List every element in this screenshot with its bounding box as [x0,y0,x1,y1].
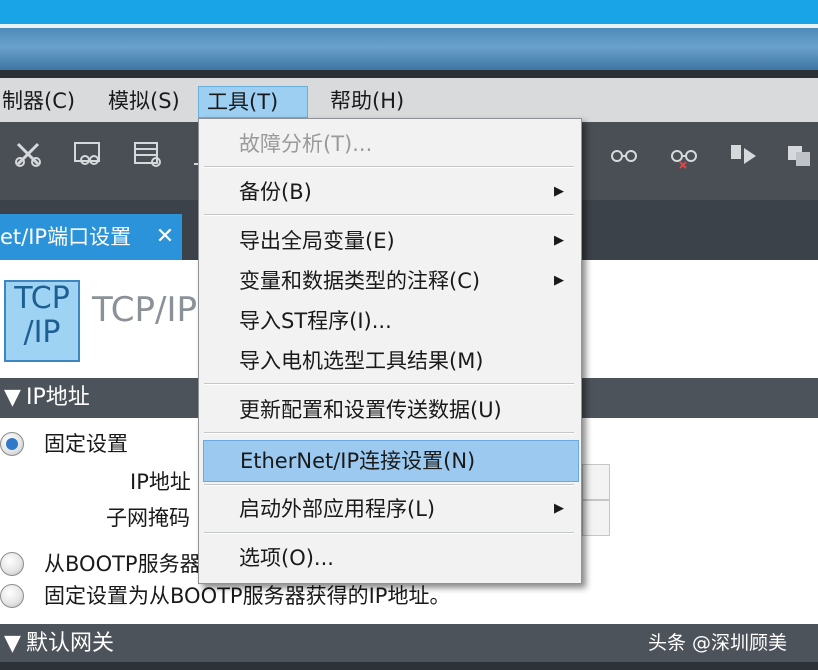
panel-title: TCP/IP [92,290,198,330]
play-step-tool-icon[interactable] [728,138,760,170]
window-title-bar [0,0,818,24]
subnet-mask-label: 子网掩码 [106,506,190,530]
menu-separator [204,532,574,534]
fixed-bootp-label: 固定设置为从BOOTP服务器获得的IP地址。 [44,584,451,608]
table-tool-icon[interactable] [132,138,164,170]
menu-item-import-st-program[interactable]: 导入ST程序(I)... [199,301,579,341]
ip-address-label: IP地址 [130,470,191,494]
menu-controller[interactable]: 制器(C) [0,86,83,116]
tcp-ip-icon-line2: /IP [23,315,61,350]
cut-tool-icon[interactable] [12,138,44,170]
bootp-label: 从BOOTP服务器 [44,552,201,576]
application-banner [0,28,818,70]
menu-separator [204,214,574,216]
menu-separator [204,484,574,486]
menu-item-update-config-transfer[interactable]: 更新配置和设置传送数据(U) [199,390,579,430]
monitor-tool-icon[interactable] [72,138,104,170]
fixed-setting-label: 固定设置 [44,432,128,456]
bottom-edge [0,662,818,670]
menu-separator [204,383,574,385]
menu-item-import-motor-selection[interactable]: 导入电机选型工具结果(M) [199,341,579,381]
banner-divider [0,70,818,78]
subnet-mask-field[interactable] [582,500,610,536]
section-ip-address-label: IP地址 [26,385,90,410]
glasses-tool-icon[interactable] [608,138,640,170]
collapse-arrow-icon: ▼ [4,385,21,410]
collapse-arrow-icon: ▼ [4,631,21,656]
menu-item-variable-datatype-comments[interactable]: 变量和数据类型的注释(C) [199,261,579,301]
watermark-text: 头条 @深圳顾美 [648,632,788,654]
submenu-arrow-icon: ▶ [554,501,564,516]
menu-item-options[interactable]: 选项(O)... [199,538,579,578]
radio-bootp[interactable] [0,552,24,576]
menu-simulation[interactable]: 模拟(S) [100,86,188,116]
submenu-arrow-icon: ▶ [554,233,564,248]
section-default-gateway-label: 默认网关 [26,631,115,656]
tcp-ip-icon-line1: TCP [14,281,70,316]
menu-separator [204,166,574,168]
menu-tools[interactable]: 工具(T) [198,86,308,118]
menu-separator [204,432,574,434]
menu-help[interactable]: 帮助(H) [322,86,412,116]
ip-address-field[interactable] [582,464,610,500]
submenu-arrow-icon: ▶ [554,273,564,288]
menu-item-launch-external-app[interactable]: 启动外部应用程序(L) [199,489,579,529]
radio-fixed-bootp[interactable] [0,584,24,608]
tab-label: et/IP端口设置 [0,225,132,249]
menu-item-fault-analysis[interactable]: 故障分析(T)... [199,124,579,164]
radio-fixed-setting[interactable] [0,432,24,456]
tcp-ip-icon: TCP /IP [4,280,80,362]
tab-close-icon[interactable]: ✕ [150,214,180,260]
menu-item-ethernet-ip-connection-settings[interactable]: EtherNet/IP连接设置(N) [203,440,579,482]
stack-tool-icon[interactable] [784,138,816,170]
glasses-error-tool-icon[interactable] [668,138,700,170]
submenu-arrow-icon: ▶ [554,184,564,199]
menu-item-backup[interactable]: 备份(B) [199,172,579,212]
menu-item-export-global-variables[interactable]: 导出全局变量(E) [199,221,579,261]
